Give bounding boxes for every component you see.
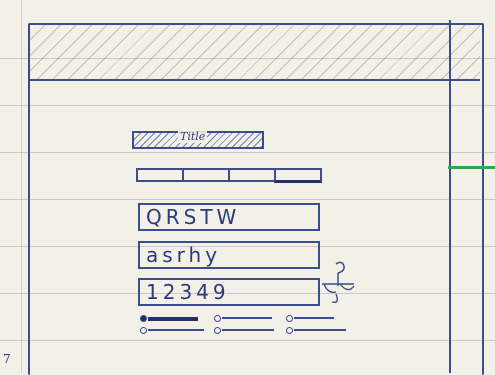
slider-2[interactable] bbox=[214, 315, 278, 334]
slider-1-track[interactable] bbox=[148, 317, 198, 321]
text-field-3[interactable]: 12349 bbox=[138, 278, 320, 306]
slider-3-handle[interactable] bbox=[286, 315, 293, 322]
slider-2-track-2[interactable] bbox=[222, 329, 274, 331]
tab-strip bbox=[136, 168, 322, 183]
slider-3-handle-2[interactable] bbox=[286, 327, 293, 334]
slider-3[interactable] bbox=[286, 315, 350, 334]
frame-right-edge bbox=[449, 20, 451, 373]
paper-margin-line bbox=[21, 0, 22, 373]
slider-2-handle[interactable] bbox=[214, 315, 221, 322]
app-frame: Title QRSTW asrhy 12349 bbox=[28, 23, 484, 375]
title-bar: Title bbox=[132, 130, 264, 149]
header-placeholder bbox=[30, 25, 480, 81]
text-field-3-value: 12349 bbox=[146, 280, 230, 304]
tab-3[interactable] bbox=[228, 168, 276, 182]
green-marker-line bbox=[448, 166, 495, 169]
text-field-2-value: asrhy bbox=[146, 243, 222, 267]
slider-2-handle-2[interactable] bbox=[214, 327, 221, 334]
page-title: Title bbox=[178, 130, 208, 143]
slider-2-track[interactable] bbox=[222, 317, 272, 319]
slider-3-track-2[interactable] bbox=[294, 329, 346, 331]
slider-1-handle[interactable] bbox=[140, 315, 147, 322]
text-field-1-value: QRSTW bbox=[146, 205, 241, 229]
tab-4[interactable] bbox=[274, 168, 322, 183]
tab-2[interactable] bbox=[182, 168, 230, 182]
text-field-2[interactable]: asrhy bbox=[138, 241, 320, 269]
slider-1[interactable] bbox=[140, 315, 206, 334]
scales-doodle-icon[interactable] bbox=[318, 258, 358, 308]
slider-3-track[interactable] bbox=[294, 317, 334, 319]
slider-1-handle-2[interactable] bbox=[140, 327, 147, 334]
corner-mark: 7 bbox=[3, 352, 11, 366]
text-field-1[interactable]: QRSTW bbox=[138, 203, 320, 231]
tab-1[interactable] bbox=[136, 168, 184, 182]
slider-1-track-2[interactable] bbox=[148, 329, 204, 331]
